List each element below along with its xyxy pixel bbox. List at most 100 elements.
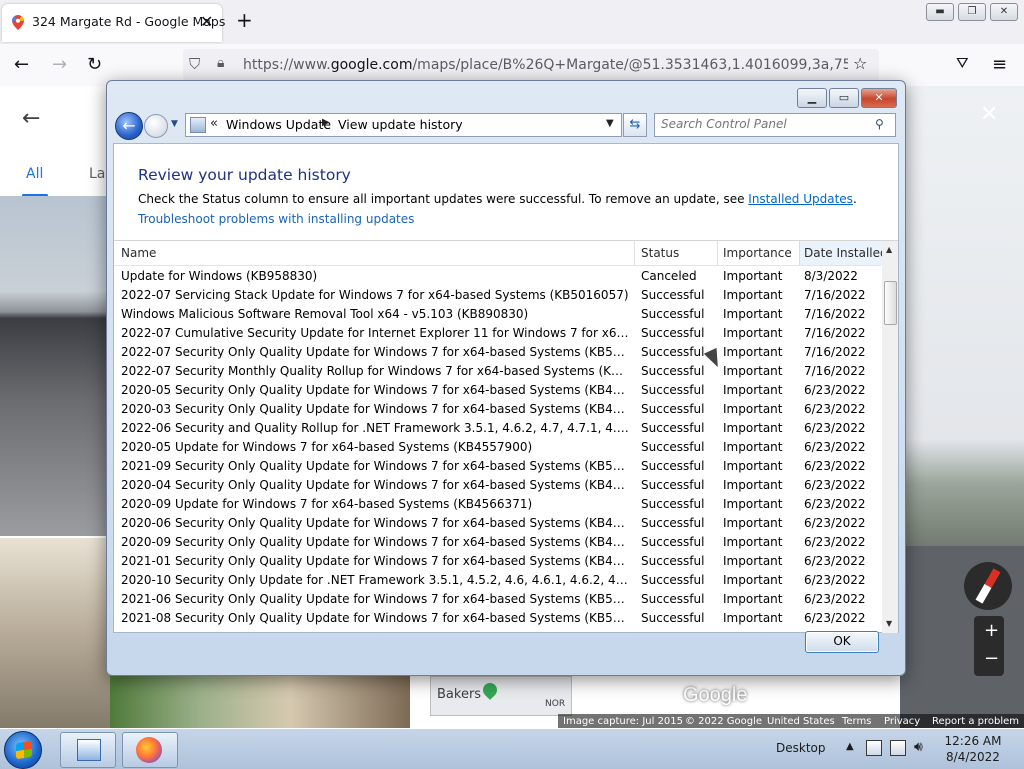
update-row[interactable]: 2022-07 Servicing Stack Update for Windo… (114, 286, 881, 305)
forward-arrow-icon[interactable]: → (52, 54, 67, 75)
installed-updates-link[interactable]: Installed Updates (748, 192, 853, 206)
address-bar[interactable]: « Windows Update ▶ View update history ▼ (185, 113, 622, 137)
address-dropdown-icon[interactable]: ▼ (606, 118, 614, 129)
update-row[interactable]: 2020-03 Security Only Quality Update for… (114, 400, 881, 419)
update-row[interactable]: 2022-06 Security and Quality Rollup for … (114, 419, 881, 438)
maps-back-arrow-icon[interactable]: ← (22, 106, 40, 131)
update-row[interactable]: 2022-07 Security Monthly Quality Rollup … (114, 362, 881, 381)
update-name: 2020-09 Update for Windows 7 for x64-bas… (121, 497, 533, 511)
update-row[interactable]: Update for Windows (KB958830) Canceled Imp… (114, 267, 881, 286)
tab-close-icon[interactable]: ✕ (200, 12, 213, 31)
clock[interactable]: 12:26 AM 8/4/2022 (938, 733, 1008, 765)
column-header-date-installed[interactable]: Date Installed (804, 246, 888, 260)
troubleshoot-link[interactable]: Troubleshoot problems with installing up… (138, 212, 414, 226)
volume-icon[interactable]: 🔊︎ (914, 739, 923, 755)
window-close-button[interactable]: ✕ (861, 88, 897, 108)
search-input[interactable] (661, 117, 861, 131)
update-status: Successful (641, 383, 705, 397)
update-row[interactable]: 2020-09 Update for Windows 7 for x64-bas… (114, 495, 881, 514)
scroll-down-arrow-icon[interactable]: ▼ (886, 619, 892, 628)
taskbar-firefox[interactable] (122, 732, 178, 768)
lock-icon[interactable]: 🔒︎ (217, 55, 224, 71)
update-row[interactable]: 2022-07 Security Only Quality Update for… (114, 343, 881, 362)
zoom-in-icon[interactable]: + (984, 620, 999, 641)
update-row[interactable]: 2022-07 Cumulative Security Update for I… (114, 324, 881, 343)
store-exterior-photo[interactable] (0, 196, 110, 536)
update-row[interactable]: 2020-04 Security Only Quality Update for… (114, 476, 881, 495)
back-arrow-icon[interactable]: ← (14, 54, 29, 75)
update-date-installed: 6/23/2022 (804, 554, 866, 568)
update-row[interactable]: 2020-10 Security Only Update for .NET Fr… (114, 571, 881, 590)
image-capture-date: Image capture: Jul 2015 (563, 716, 684, 727)
tab-title: 324 Margate Rd - Google Maps (32, 14, 226, 29)
ok-button[interactable]: OK (805, 631, 879, 653)
description-text: Check the Status column to ensure all im… (138, 192, 749, 206)
street-view-close-icon[interactable]: ✕ (980, 102, 998, 127)
column-header-name[interactable]: Name (121, 246, 156, 260)
update-row[interactable]: 2020-05 Security Only Quality Update for… (114, 381, 881, 400)
breadcrumb-view-update-history[interactable]: View update history (338, 117, 463, 132)
browser-tab[interactable]: 324 Margate Rd - Google Maps ✕ (2, 4, 226, 42)
update-row[interactable]: 2021-01 Security Only Quality Update for… (114, 552, 881, 571)
network-icon[interactable] (866, 740, 882, 756)
search-icon[interactable]: ⚲ (875, 117, 884, 131)
zoom-out-icon[interactable]: − (984, 648, 999, 669)
column-header-importance[interactable]: Importance (723, 246, 792, 260)
reload-icon[interactable]: ↻ (87, 54, 102, 75)
maps-tab-latest[interactable]: La (89, 166, 105, 182)
hamburger-menu-icon[interactable]: ≡ (992, 54, 1007, 75)
nav-forward-arrow-icon[interactable] (144, 114, 168, 138)
update-status: Successful (641, 402, 705, 416)
window-minimize-button[interactable]: ▁ (797, 88, 827, 108)
column-header-status[interactable]: Status (641, 246, 679, 260)
pocket-icon[interactable]: ⛛ (956, 54, 969, 72)
street-view-panel[interactable]: ✕ + − (900, 86, 1024, 728)
new-tab-plus-icon[interactable]: + (236, 8, 253, 32)
shield-icon[interactable]: ⛉ (189, 55, 200, 73)
browser-restore-button[interactable]: ❐ (958, 3, 986, 21)
desktop-toolbar-label[interactable]: Desktop (776, 741, 826, 755)
nav-back-arrow-icon[interactable]: ← (115, 112, 143, 140)
search-box[interactable]: ⚲ (654, 113, 896, 137)
vertical-scrollbar[interactable]: ▲ ▼ (882, 241, 898, 633)
privacy-link[interactable]: Privacy (884, 716, 920, 727)
taskbar-control-panel[interactable] (60, 732, 116, 768)
update-row[interactable]: 2021-06 Security Only Quality Update for… (114, 590, 881, 609)
maps-tab-all[interactable]: All (26, 166, 43, 182)
update-name: 2022-06 Security and Quality Rollup for … (121, 421, 631, 435)
window-maximize-button[interactable]: ▭ (829, 88, 859, 108)
column-divider[interactable] (717, 241, 718, 265)
update-row[interactable]: 2020-06 Security Only Quality Update for… (114, 514, 881, 533)
refresh-icon[interactable]: ⇆ (623, 113, 647, 137)
update-date-installed: 8/3/2022 (804, 269, 858, 283)
update-date-installed: 6/23/2022 (804, 535, 866, 549)
update-row[interactable]: Windows Malicious Software Removal Tool … (114, 305, 881, 324)
scroll-thumb[interactable] (884, 281, 897, 325)
browser-close-button[interactable]: ✕ (990, 3, 1018, 21)
update-status: Successful (641, 535, 705, 549)
recent-pages-chevron-icon[interactable]: ▼ (171, 119, 178, 129)
update-row[interactable]: 2020-09 Security Only Quality Update for… (114, 533, 881, 552)
update-name: 2020-04 Security Only Quality Update for… (121, 478, 631, 492)
column-divider[interactable] (634, 241, 635, 265)
show-hidden-icons-icon[interactable]: ▲ (846, 741, 854, 752)
report-problem-link[interactable]: Report a problem (932, 716, 1019, 727)
minimap[interactable]: Bakers NOR (430, 676, 572, 716)
browser-minimize-button[interactable]: ▬ (926, 3, 954, 21)
update-importance: Important (723, 307, 783, 321)
taskbar: Desktop ▲ 🔊︎ 12:26 AM 8/4/2022 (0, 728, 1024, 769)
scroll-up-arrow-icon[interactable]: ▲ (886, 245, 892, 254)
action-center-flag-icon[interactable] (890, 740, 906, 756)
breadcrumb-windows-update[interactable]: Windows Update (226, 117, 331, 132)
region-link[interactable]: United States (767, 716, 835, 727)
breadcrumb-separator-icon[interactable]: ▶ (322, 117, 330, 128)
update-importance: Important (723, 269, 783, 283)
update-row[interactable]: 2020-05 Update for Windows 7 for x64-bas… (114, 438, 881, 457)
update-row[interactable]: 2021-09 Security Only Quality Update for… (114, 457, 881, 476)
breadcrumb-overflow-chevron[interactable]: « (210, 116, 218, 131)
url-bar[interactable]: ⛉ 🔒︎ https://www.google.com/maps/place/B… (183, 49, 879, 81)
update-row[interactable]: 2021-08 Security Only Quality Update for… (114, 609, 881, 628)
start-button[interactable] (4, 731, 42, 769)
bookmark-star-icon[interactable]: ☆ (853, 54, 867, 73)
terms-link[interactable]: Terms (842, 716, 871, 727)
